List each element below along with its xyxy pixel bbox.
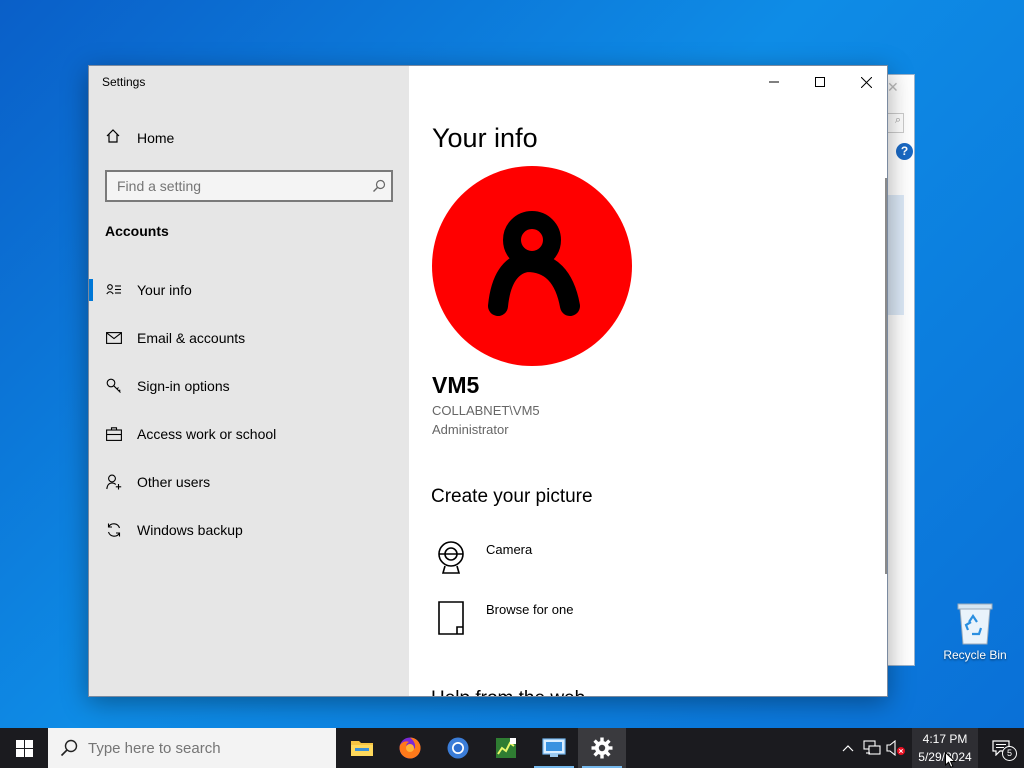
avatar <box>432 166 632 366</box>
firefox-icon <box>399 737 421 759</box>
chrome-icon <box>447 737 469 759</box>
network-icon <box>863 740 881 755</box>
sidebar-item-your-info[interactable]: Your info <box>89 266 409 314</box>
home-icon <box>105 128 121 147</box>
close-icon[interactable]: ✕ <box>887 79 899 96</box>
start-button[interactable] <box>0 728 48 768</box>
monitor-icon <box>542 738 566 757</box>
recycle-bin[interactable]: Recycle Bin <box>938 600 1012 662</box>
sync-icon <box>105 521 123 539</box>
scrollbar[interactable] <box>885 178 887 574</box>
maximize-button[interactable] <box>797 66 843 98</box>
key-icon <box>105 377 123 395</box>
windows-logo-icon <box>15 739 33 757</box>
sidebar-item-label: Windows backup <box>137 522 243 538</box>
chart-icon <box>496 738 516 758</box>
close-icon <box>860 76 872 88</box>
person-card-icon <box>105 281 123 299</box>
sidebar-item-other-users[interactable]: Other users <box>89 458 409 506</box>
help-heading: Help from the web <box>431 688 585 696</box>
main-content: Your info VM5 COLLABNET\VM5 Administrato… <box>409 66 887 696</box>
taskbar-app-chrome[interactable] <box>434 728 482 768</box>
taskbar-search-box[interactable] <box>48 728 336 768</box>
gear-icon <box>591 737 613 759</box>
close-button[interactable] <box>843 66 887 98</box>
taskbar-app-settings[interactable] <box>578 728 626 768</box>
taskbar-search-input[interactable] <box>88 739 308 757</box>
notification-count-badge: 5 <box>1002 746 1017 761</box>
briefcase-icon <box>105 425 123 443</box>
sidebar-item-email-accounts[interactable]: Email & accounts <box>89 314 409 362</box>
mouse-cursor-icon <box>945 752 957 768</box>
search-icon[interactable] <box>367 179 391 193</box>
user-account: COLLABNET\VM5 <box>432 403 540 418</box>
settings-window: Settings Home Accounts You <box>88 65 888 697</box>
user-avatar-icon <box>488 211 580 316</box>
home-label: Home <box>137 129 175 146</box>
mail-icon <box>105 329 123 347</box>
maximize-icon <box>815 77 825 87</box>
person-add-icon <box>105 473 123 491</box>
clock-time: 4:17 PM <box>922 732 968 746</box>
taskbar-app-remote-desktop[interactable] <box>530 728 578 768</box>
browse-option[interactable]: Browse for one <box>434 600 573 636</box>
volume-status[interactable] <box>884 728 908 768</box>
user-role: Administrator <box>432 422 509 437</box>
search-icon <box>60 739 78 757</box>
sidebar-item-label: Your info <box>137 282 192 298</box>
recycle-bin-icon <box>955 600 995 646</box>
taskbar-app-file-explorer[interactable] <box>338 728 386 768</box>
network-status[interactable] <box>860 728 884 768</box>
show-hidden-icons-button[interactable] <box>836 728 860 768</box>
sidebar-item-label: Other users <box>137 474 211 490</box>
section-heading: Accounts <box>105 223 169 239</box>
create-picture-heading: Create your picture <box>431 486 593 507</box>
minimize-icon <box>769 81 779 83</box>
search-input[interactable] <box>117 178 367 194</box>
user-name: VM5 <box>432 372 480 398</box>
window-title: Settings <box>102 75 146 89</box>
recycle-bin-label: Recycle Bin <box>943 648 1007 662</box>
option-label: Browse for one <box>486 602 574 617</box>
volume-muted-icon <box>886 740 905 756</box>
sidebar-item-sign-in-options[interactable]: Sign-in options <box>89 362 409 410</box>
sidebar-item-label: Sign-in options <box>137 378 230 394</box>
nav-list: Your info Email & accounts Sign-in optio… <box>89 266 409 554</box>
page-title: Your info <box>432 123 538 153</box>
sidebar-item-label: Email & accounts <box>137 330 246 346</box>
chevron-up-icon <box>842 745 854 752</box>
sidebar-item-label: Access work or school <box>137 426 277 442</box>
action-center-button[interactable]: 5 <box>978 728 1024 768</box>
webcam-icon <box>434 540 468 576</box>
system-tray: 4:17 PM 5/29/2024 5 <box>836 728 1024 768</box>
camera-option[interactable]: Camera <box>434 540 532 576</box>
folder-icon <box>351 741 373 756</box>
desktop: ✕ ⌕ ? Recycle Bin Settings Home Find a s… <box>0 0 1024 728</box>
sidebar: Settings Home Accounts You <box>89 66 409 696</box>
minimize-button[interactable] <box>751 66 797 98</box>
help-icon[interactable]: ? <box>896 143 913 160</box>
pinned-apps <box>338 728 626 768</box>
taskbar-app-task-manager[interactable] <box>482 728 530 768</box>
home-link[interactable]: Home <box>105 128 174 147</box>
window-controls <box>751 66 887 98</box>
sidebar-item-windows-backup[interactable]: Windows backup <box>89 506 409 554</box>
taskbar-app-firefox[interactable] <box>386 728 434 768</box>
file-icon <box>434 600 468 636</box>
taskbar: 4:17 PM 5/29/2024 5 <box>0 728 1024 768</box>
sidebar-item-access-work-school[interactable]: Access work or school <box>89 410 409 458</box>
find-setting-search[interactable] <box>105 170 393 202</box>
option-label: Camera <box>486 542 533 557</box>
